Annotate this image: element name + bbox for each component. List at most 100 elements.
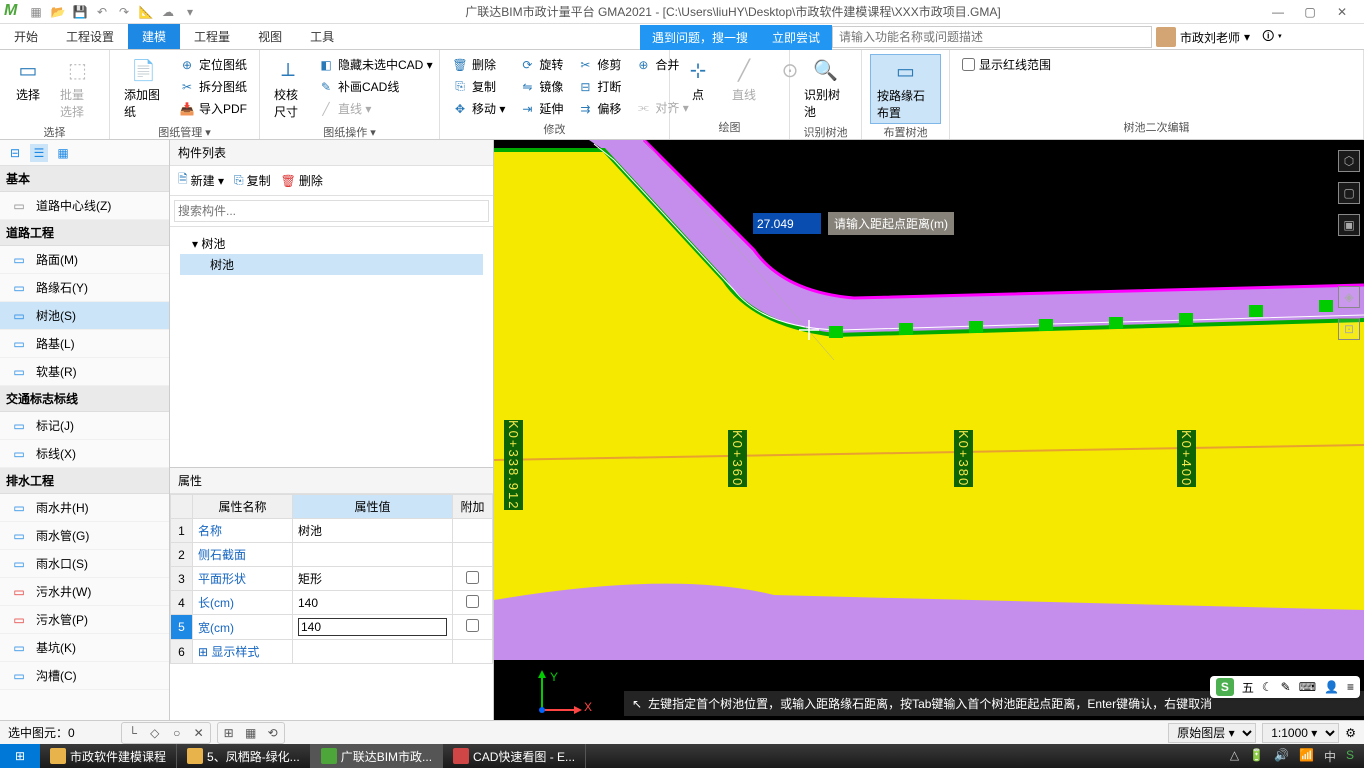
snap-center-icon[interactable]: ○ [167, 724, 187, 742]
taskbar-item[interactable]: CAD快速看图 - E... [443, 744, 586, 768]
category-item[interactable]: ▭道路中心线(Z) [0, 192, 169, 220]
category-item[interactable]: ▭路缘石(Y) [0, 274, 169, 302]
split-drawing-button[interactable]: ✂拆分图纸 [175, 76, 251, 97]
taskbar-item[interactable]: 5、凤栖路-绿化... [177, 744, 311, 768]
property-row[interactable]: 4长(cm)140 [171, 591, 493, 615]
property-row[interactable]: 2侧石截面 [171, 543, 493, 567]
category-item[interactable]: ▭路面(M) [0, 246, 169, 274]
qat-cloud-icon[interactable]: ☁ [160, 4, 176, 20]
view-fit-icon[interactable]: ⊡ [1338, 318, 1360, 340]
rotate-button[interactable]: ⟳旋转 [515, 54, 567, 75]
taskbar-item[interactable]: 市政软件建模课程 [40, 744, 177, 768]
menu-建模[interactable]: 建模 [128, 24, 180, 49]
tray-sogou-icon[interactable]: S [1346, 748, 1354, 765]
recognize-treepit-button[interactable]: 🔍识别树池 [798, 54, 853, 122]
sogou-logo-icon[interactable]: S [1216, 678, 1234, 696]
tray-network-icon[interactable]: 📶 [1299, 748, 1314, 765]
offset-button[interactable]: ⇉偏移 [573, 98, 625, 119]
menu-工程量[interactable]: 工程量 [180, 24, 244, 49]
move-button[interactable]: ✥移动 ▾ [448, 98, 509, 119]
qat-undo-icon[interactable]: ↶ [94, 4, 110, 20]
locate-drawing-button[interactable]: ⊕定位图纸 [175, 54, 251, 75]
qat-open-icon[interactable]: 📂 [50, 4, 66, 20]
promo-try-button[interactable]: 立即尝试 [760, 25, 832, 50]
menu-视图[interactable]: 视图 [244, 24, 296, 49]
trim-button[interactable]: ✂修剪 [573, 54, 625, 75]
ribbon-group-drawing[interactable]: 图纸管理 ▾ [118, 122, 251, 140]
ime-toolbar[interactable]: S 五 ☾ ✎ ⌨ 👤 ≡ [1210, 676, 1360, 698]
function-search-input[interactable] [832, 26, 1152, 48]
category-item[interactable]: ▭雨水井(H) [0, 494, 169, 522]
qat-layout-icon[interactable]: ▦ [28, 4, 44, 20]
notifications-icon[interactable]: 🛈 ▾ [1262, 27, 1282, 48]
minimize-icon[interactable]: — [1268, 5, 1288, 19]
category-group[interactable]: 排水工程 [0, 468, 169, 494]
settings-icon[interactable]: ⚙ [1345, 726, 1356, 740]
polar-icon[interactable]: ⟲ [263, 724, 283, 742]
line-button[interactable]: ╱直线 ▾ [314, 98, 437, 119]
menu-工具[interactable]: 工具 [296, 24, 348, 49]
delete-component-button[interactable]: 🗑删除 [281, 170, 323, 191]
category-item[interactable]: ▭雨水管(G) [0, 522, 169, 550]
view-icon-list[interactable]: ☰ [30, 144, 48, 162]
user-name[interactable]: 市政刘老师 [1180, 29, 1240, 46]
distance-value-input[interactable] [752, 212, 822, 235]
qat-redo-icon[interactable]: ↷ [116, 4, 132, 20]
view-front-icon[interactable]: ▢ [1338, 182, 1360, 204]
menu-开始[interactable]: 开始 [0, 24, 52, 49]
tree-item-treepit[interactable]: 树池 [180, 254, 483, 275]
tray-battery-icon[interactable]: 🔋 [1249, 748, 1264, 765]
show-redline-checkbox[interactable]: 显示红线范围 [958, 54, 1055, 75]
category-item[interactable]: ▭标记(J) [0, 412, 169, 440]
close-icon[interactable]: ✕ [1332, 5, 1352, 19]
user-avatar[interactable] [1156, 27, 1176, 47]
property-value-input[interactable] [298, 618, 447, 636]
category-group[interactable]: 道路工程 [0, 220, 169, 246]
ribbon-group-cad-ops[interactable]: 图纸操作 ▾ [268, 122, 431, 140]
qat-measure-icon[interactable]: 📐 [138, 4, 154, 20]
property-row[interactable]: 5宽(cm) [171, 615, 493, 640]
layer-select[interactable]: 原始图层 ▾ [1168, 723, 1256, 743]
category-group[interactable]: 基本 [0, 166, 169, 192]
mirror-button[interactable]: ⇋镜像 [515, 76, 567, 97]
view-iso-icon[interactable]: ◈ [1338, 286, 1360, 308]
snap-endpoint-icon[interactable]: └ [123, 724, 143, 742]
check-size-button[interactable]: ⟂校核尺寸 [268, 54, 308, 122]
property-row[interactable]: 1名称树池 [171, 519, 493, 543]
extend-button[interactable]: ⇥延伸 [515, 98, 567, 119]
category-item[interactable]: ▭标线(X) [0, 440, 169, 468]
category-item[interactable]: ▭软基(R) [0, 358, 169, 386]
component-search-input[interactable] [174, 200, 489, 222]
import-pdf-button[interactable]: 📥导入PDF [175, 98, 251, 119]
view-icon-1[interactable]: ⊟ [6, 144, 24, 162]
add-drawing-button[interactable]: 📄添加图纸 [118, 54, 169, 122]
hide-unselected-cad-button[interactable]: ◧隐藏未选中CAD ▾ [314, 54, 437, 75]
maximize-icon[interactable]: ▢ [1300, 5, 1320, 19]
category-item[interactable]: ▭污水井(W) [0, 578, 169, 606]
property-row[interactable]: 6⊞ 显示样式 [171, 640, 493, 664]
tray-ime-icon[interactable]: 中 [1324, 748, 1336, 765]
qat-save-icon[interactable]: 💾 [72, 4, 88, 20]
tree-root-treepit[interactable]: ▾ 树池 [180, 233, 483, 254]
snap-mid-icon[interactable]: ◇ [145, 724, 165, 742]
break-button[interactable]: ⊟打断 [573, 76, 625, 97]
taskbar-item[interactable]: 广联达BIM市政... [311, 744, 443, 768]
qat-more-icon[interactable]: ▾ [182, 4, 198, 20]
model-canvas[interactable]: K0+338.912 K0+360 K0+380 K0+400 请输入距起点距离… [494, 140, 1364, 720]
point-button[interactable]: ⊹点 [678, 54, 718, 105]
category-item[interactable]: ▭路基(L) [0, 330, 169, 358]
tray-up-icon[interactable]: △ [1230, 748, 1239, 765]
category-item[interactable]: ▭雨水口(S) [0, 550, 169, 578]
snap-perp-icon[interactable]: ✕ [189, 724, 209, 742]
category-item[interactable]: ▭树池(S) [0, 302, 169, 330]
batch-select-button[interactable]: ⬚批量选择 [54, 54, 101, 122]
property-row[interactable]: 3平面形状矩形 [171, 567, 493, 591]
view-top-icon[interactable]: ▣ [1338, 214, 1360, 236]
copy-button[interactable]: ⎘复制 [448, 76, 509, 97]
view-icon-grid[interactable]: ▦ [54, 144, 72, 162]
grid-icon[interactable]: ▦ [241, 724, 261, 742]
tray-volume-icon[interactable]: 🔊 [1274, 748, 1289, 765]
category-item[interactable]: ▭基坑(K) [0, 634, 169, 662]
category-item[interactable]: ▭污水管(P) [0, 606, 169, 634]
supplement-cad-line-button[interactable]: ✎补画CAD线 [314, 76, 437, 97]
